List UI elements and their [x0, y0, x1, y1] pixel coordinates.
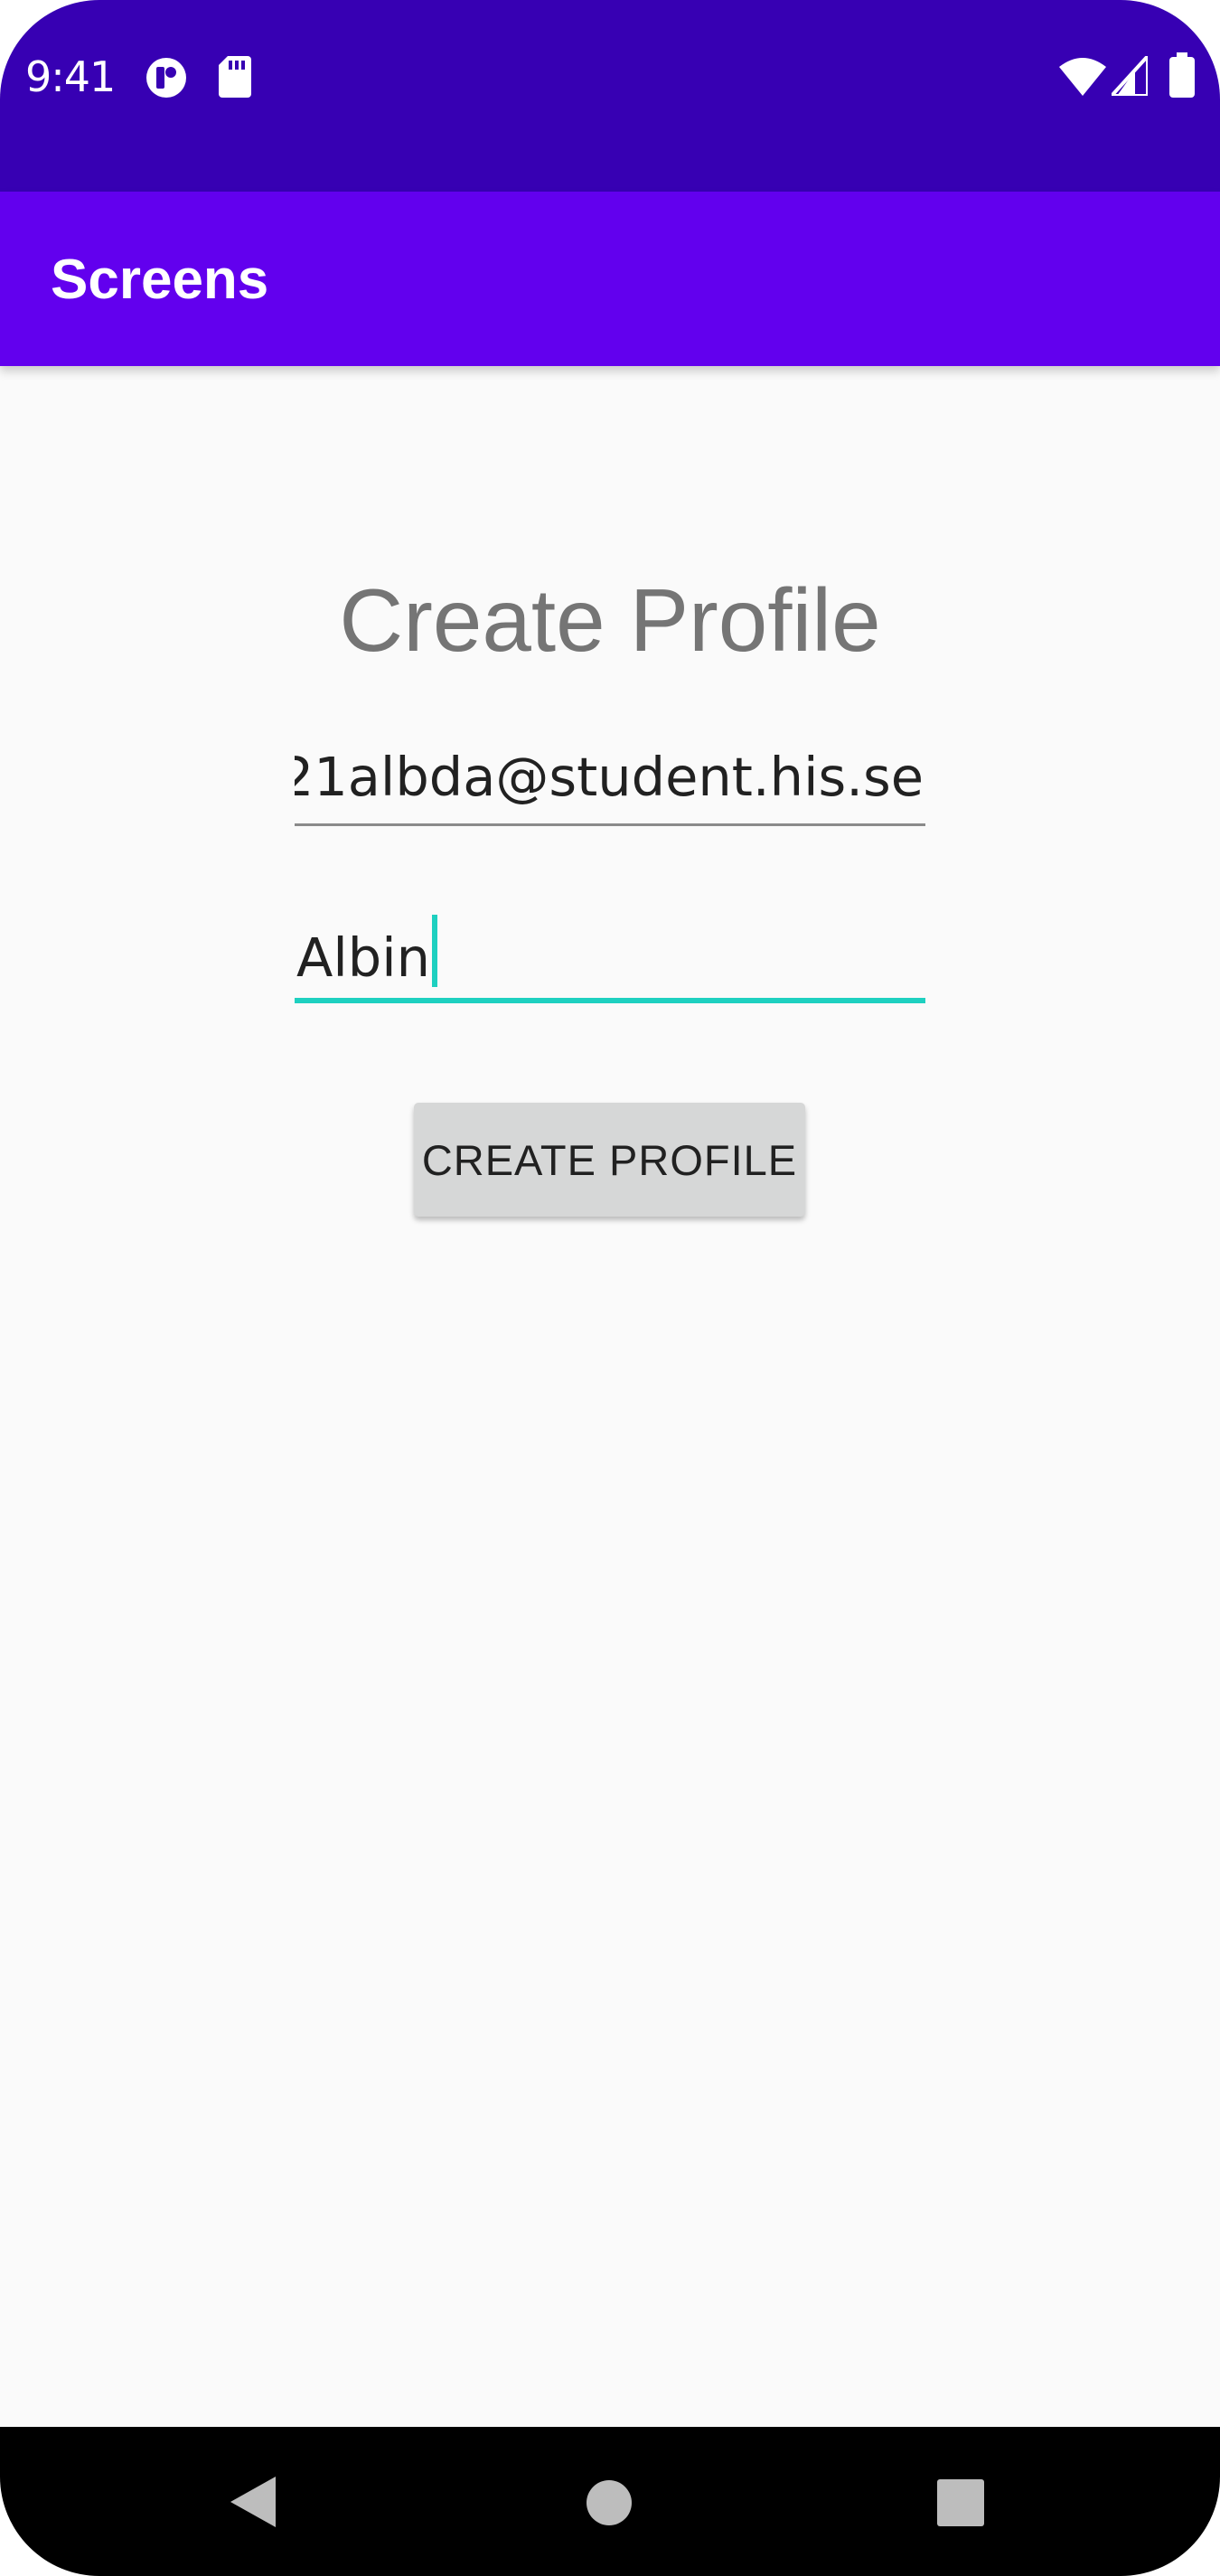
back-icon[interactable] [230, 2477, 277, 2527]
page-title: Create Profile [339, 570, 881, 670]
navigation-bar [0, 2427, 1220, 2576]
status-bar: 9:41 [0, 0, 1220, 192]
text-cursor [432, 915, 437, 987]
name-field-value-wrapper: Albin [296, 915, 437, 989]
sd-card-icon [219, 56, 251, 98]
notification-app-icon [146, 58, 186, 98]
app-bar: Screens [0, 192, 1220, 366]
create-profile-button[interactable]: CREATE PROFILE [414, 1103, 805, 1217]
email-field[interactable]: b21albda@student.his.se [295, 746, 925, 826]
battery-icon [1169, 52, 1195, 98]
wifi-icon [1059, 58, 1106, 96]
email-field-value: b21albda@student.his.se [295, 746, 924, 808]
name-field-value: Albin [296, 926, 430, 989]
phone-screen: 9:41 Screens Create Profile b21albda@stu… [0, 0, 1220, 2576]
cell-signal-icon [1112, 56, 1148, 96]
home-icon[interactable] [586, 2479, 633, 2526]
recents-icon[interactable] [937, 2479, 984, 2526]
status-time: 9:41 [25, 52, 116, 101]
name-field[interactable]: Albin [295, 915, 925, 1003]
app-title: Screens [51, 249, 269, 311]
